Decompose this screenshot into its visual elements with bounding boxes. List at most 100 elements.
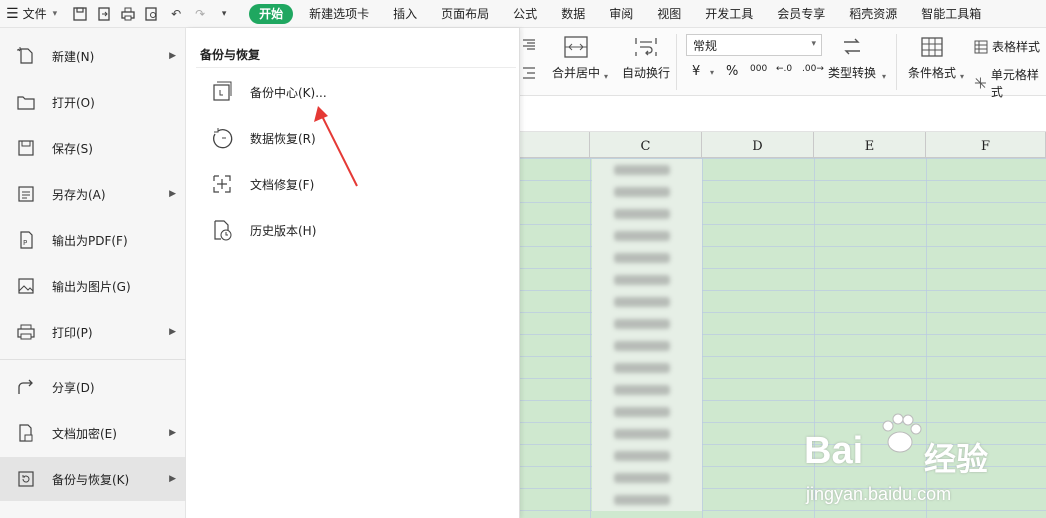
blurred-cell xyxy=(592,181,702,203)
save-icon[interactable] xyxy=(71,5,89,23)
blurred-cell xyxy=(592,401,702,423)
menu-divider xyxy=(0,359,186,360)
blurred-cell xyxy=(592,379,702,401)
blurred-cell xyxy=(592,335,702,357)
file-menu-print[interactable]: 打印(P) ▶ xyxy=(0,310,186,354)
blurred-cell xyxy=(592,159,702,181)
share-icon xyxy=(14,375,38,399)
column-header-d[interactable]: D xyxy=(702,132,814,158)
table-style-button[interactable]: 表格样式 xyxy=(974,38,1040,55)
indent-icon[interactable] xyxy=(522,66,536,83)
undo-icon[interactable]: ↶ xyxy=(167,5,185,23)
data-recovery-icon xyxy=(208,124,236,152)
blurred-cell-text xyxy=(614,429,670,439)
tab-daoke[interactable]: 稻壳资源 xyxy=(837,0,909,28)
export-icon[interactable] xyxy=(95,5,113,23)
chevron-down-icon: ▾ xyxy=(52,8,58,19)
chevron-down-icon[interactable]: ▾ xyxy=(710,68,714,77)
file-menu-share-label: 分享(D) xyxy=(52,380,95,395)
save-as-icon xyxy=(14,182,38,206)
image-export-icon xyxy=(14,274,38,298)
grid-column-line xyxy=(702,158,703,518)
file-menu-encrypt-label: 文档加密(E) xyxy=(52,426,117,441)
percent-button[interactable]: % xyxy=(726,64,738,79)
save-icon xyxy=(14,136,38,160)
tab-data[interactable]: 数据 xyxy=(549,0,597,28)
tab-home[interactable]: 开始 xyxy=(249,3,294,24)
folder-open-icon xyxy=(14,90,38,114)
submenu-history-version[interactable]: 历史版本(H) xyxy=(208,212,508,248)
tab-new[interactable]: 新建选项卡 xyxy=(297,0,381,28)
chevron-down-icon[interactable]: ▾ xyxy=(960,72,964,81)
blurred-cell xyxy=(592,291,702,313)
tab-member[interactable]: 会员专享 xyxy=(765,0,837,28)
auto-wrap-button[interactable]: 自动换行 xyxy=(622,36,670,81)
watermark-brand-right: 经验 xyxy=(924,441,989,477)
tab-review[interactable]: 审阅 xyxy=(597,0,645,28)
file-menu-backup-restore[interactable]: 备份与恢复(K) ▶ xyxy=(0,457,186,501)
tab-developer[interactable]: 开发工具 xyxy=(693,0,765,28)
chevron-down-icon[interactable]: ▾ xyxy=(604,72,608,81)
thousands-separator-button[interactable]: 000 xyxy=(750,64,767,74)
blurred-cell-text xyxy=(614,209,670,219)
currency-button[interactable]: ¥ xyxy=(692,64,700,79)
chevron-down-icon[interactable]: ▾ xyxy=(215,5,233,23)
blurred-cell xyxy=(592,269,702,291)
decrease-decimal-button[interactable]: .00→ xyxy=(802,64,824,74)
backup-center-icon xyxy=(208,78,236,106)
merge-center-button[interactable]: 合并居中 xyxy=(552,36,600,81)
type-convert-label: 类型转换 xyxy=(828,66,877,80)
cell-style-label: 单元格样式 xyxy=(990,68,1039,99)
file-menu-print-label: 打印(P) xyxy=(52,325,93,340)
column-header-b[interactable] xyxy=(520,132,590,158)
doc-repair-icon xyxy=(208,170,236,198)
tab-formulas[interactable]: 公式 xyxy=(501,0,549,28)
file-menu-button[interactable]: ☰ 文件 ▾ xyxy=(0,0,63,28)
increase-decimal-button[interactable]: ←.0 xyxy=(776,64,792,74)
chevron-right-icon: ▶ xyxy=(169,327,176,337)
column-header-e[interactable]: E xyxy=(814,132,926,158)
print-preview-icon[interactable] xyxy=(143,5,161,23)
blurred-cell-text xyxy=(614,297,670,307)
ribbon-separator xyxy=(896,34,897,90)
conditional-format-icon xyxy=(921,37,943,57)
convert-icon xyxy=(844,38,860,55)
file-menu-open[interactable]: 打开(O) xyxy=(0,80,186,124)
tab-insert[interactable]: 插入 xyxy=(381,0,429,28)
file-menu-export-pdf[interactable]: P 输出为PDF(F) xyxy=(0,218,186,262)
blurred-cell-text xyxy=(614,385,670,395)
column-header-c[interactable]: C xyxy=(590,132,702,158)
align-icon[interactable] xyxy=(522,38,536,55)
chevron-right-icon: ▶ xyxy=(169,189,176,199)
file-menu-panel: 新建(N) ▶ 打开(O) 保存(S) 另存为(A) ▶ P 输出为PDF(F)… xyxy=(0,28,186,518)
blurred-cell xyxy=(592,313,702,335)
blurred-cell-text xyxy=(614,341,670,351)
print-icon[interactable] xyxy=(119,5,137,23)
number-format-value: 常规 xyxy=(693,39,718,53)
table-style-label: 表格样式 xyxy=(992,40,1041,54)
file-menu-save-as[interactable]: 另存为(A) ▶ xyxy=(0,172,186,216)
chevron-right-icon: ▶ xyxy=(169,428,176,438)
blurred-cell xyxy=(592,225,702,247)
type-convert-button[interactable]: 类型转换 xyxy=(828,36,876,81)
chevron-down-icon[interactable]: ▾ xyxy=(882,72,886,81)
redo-icon[interactable]: ↷ xyxy=(191,5,209,23)
column-header-f[interactable]: F xyxy=(926,132,1046,158)
file-menu-new[interactable]: 新建(N) ▶ xyxy=(0,34,186,78)
file-menu-export-image[interactable]: 输出为图片(G) xyxy=(0,264,186,308)
file-menu-save[interactable]: 保存(S) xyxy=(0,126,186,170)
file-menu-share[interactable]: 分享(D) xyxy=(0,365,186,409)
number-format-select[interactable]: 常规 ▾ xyxy=(686,34,822,56)
tab-page-layout[interactable]: 页面布局 xyxy=(429,0,501,28)
tab-smart-tools[interactable]: 智能工具箱 xyxy=(909,0,993,28)
tab-view[interactable]: 视图 xyxy=(645,0,693,28)
blurred-cell xyxy=(592,203,702,225)
submenu-title: 备份与恢复 xyxy=(200,48,261,62)
file-menu-save-label: 保存(S) xyxy=(52,141,93,156)
conditional-format-button[interactable]: 条件格式 xyxy=(908,36,956,81)
cell-style-button[interactable]: 单元格样式 xyxy=(974,66,1046,100)
formula-bar[interactable] xyxy=(520,106,1046,132)
file-menu-encrypt[interactable]: 文档加密(E) ▶ xyxy=(0,411,186,455)
blurred-cell-text xyxy=(614,187,670,197)
blurred-cell-text xyxy=(614,231,670,241)
